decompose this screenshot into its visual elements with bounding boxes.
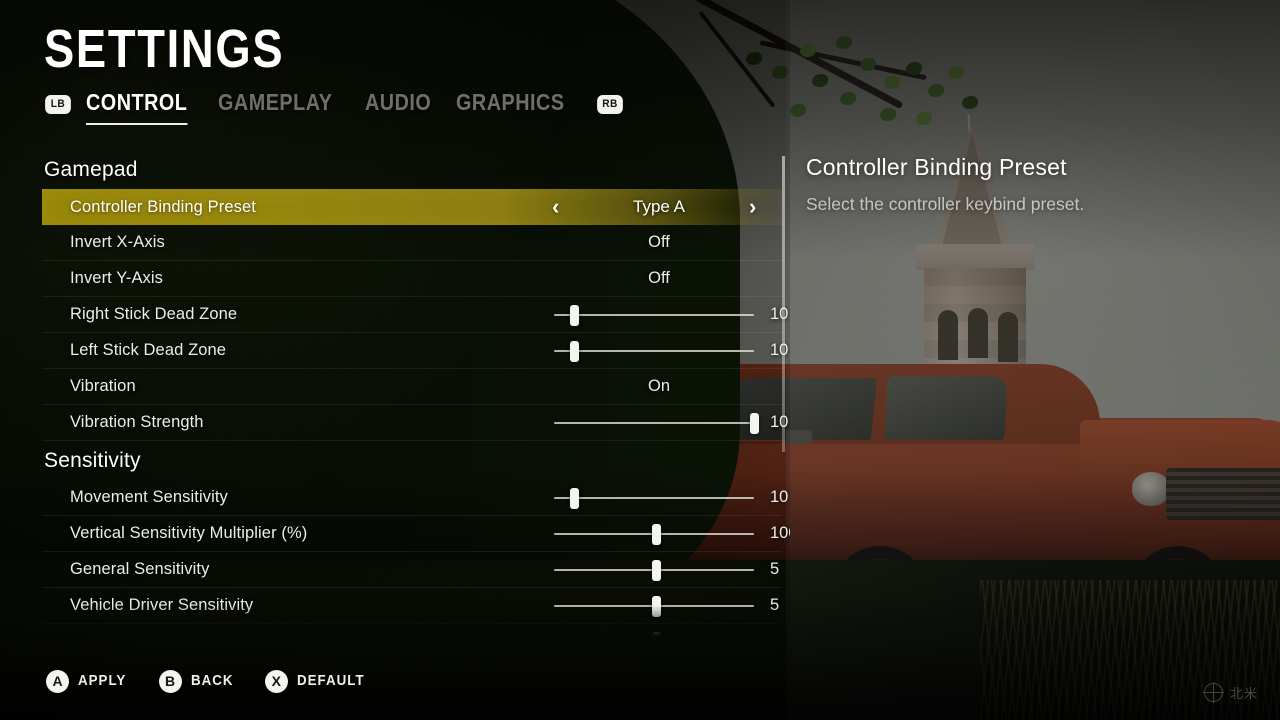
settings-list[interactable]: Gamepad Controller Binding Preset ‹ › Type A…	[0, 150, 790, 636]
setting-label: Vibration	[70, 377, 136, 395]
slider-handle[interactable]	[652, 559, 661, 581]
slider-handle[interactable]	[652, 595, 661, 617]
action-bar: A APPLY B BACK X DEFAULT	[46, 668, 370, 694]
setting-slider[interactable]	[554, 297, 754, 333]
setting-row[interactable]: Invert Y-Axis Off	[42, 261, 782, 297]
slider-value: 10	[770, 341, 789, 359]
setting-slider[interactable]	[554, 516, 754, 552]
setting-slider[interactable]	[554, 405, 759, 441]
setting-label: Movement Sensitivity	[70, 488, 228, 506]
tab-gameplay[interactable]: GAMEPLAY	[218, 89, 332, 119]
slider-handle[interactable]	[652, 631, 661, 636]
button-x-icon: X	[264, 669, 288, 693]
action-back-label: BACK	[190, 673, 234, 689]
setting-row[interactable]: Left Stick Dead Zone 10	[42, 333, 788, 369]
setting-row[interactable]: General Sensitivity 5	[42, 552, 782, 588]
button-b-icon: B	[158, 669, 182, 693]
tab-control[interactable]: CONTROL	[86, 89, 188, 125]
setting-row[interactable]: Controller Binding Preset ‹ › Type A	[42, 189, 782, 225]
setting-row[interactable]: Invert X-Axis Off	[42, 225, 782, 261]
tab-audio[interactable]: AUDIO	[365, 89, 431, 119]
setting-row[interactable]: Vertical Sensitivity Multiplier (%) 100	[42, 516, 790, 552]
slider-value: 5	[770, 560, 780, 578]
button-a-icon: A	[46, 669, 69, 693]
setting-value: On	[647, 377, 670, 395]
tab-graphics[interactable]: GRAPHICS	[456, 89, 565, 119]
setting-slider[interactable]	[554, 624, 754, 636]
setting-slider[interactable]	[554, 333, 754, 369]
slider-handle[interactable]	[652, 523, 661, 545]
setting-label: Vibration Strength	[70, 413, 204, 431]
settings-group-title: Sensitivity	[44, 449, 141, 472]
action-apply[interactable]: A APPLY	[46, 669, 131, 693]
setting-slider[interactable]	[554, 552, 754, 588]
setting-label: Right Stick Dead Zone	[70, 305, 238, 323]
setting-label: Vertical Sensitivity Multiplier (%)	[70, 524, 308, 542]
setting-label: Invert X-Axis	[70, 233, 165, 251]
setting-label: General Sensitivity	[70, 560, 210, 578]
slider-handle[interactable]	[570, 304, 579, 326]
setting-value: Off	[648, 269, 670, 287]
tab-bar: LB CONTROL GAMEPLAY AUDIO GRAPHICS RB	[44, 88, 624, 125]
setting-slider[interactable]	[554, 480, 754, 516]
slider-handle[interactable]	[750, 412, 759, 434]
slider-value: 10	[770, 488, 789, 506]
slider-value: 5	[770, 596, 780, 614]
slider-track	[554, 421, 754, 424]
slider-track	[554, 496, 754, 499]
slider-track	[554, 349, 754, 352]
action-default-label: DEFAULT	[296, 673, 365, 689]
settings-screen: SETTINGS LB CONTROL GAMEPLAY AUDIO GRAPH…	[0, 0, 1280, 720]
setting-label: Left Stick Dead Zone	[70, 341, 227, 359]
slider-value: 10	[770, 305, 789, 323]
setting-row[interactable]: Vehicle Gunner Sensitivity 5	[42, 624, 782, 636]
settings-group-title: Gamepad	[44, 158, 138, 181]
left-bumper-badge[interactable]: LB	[45, 94, 71, 114]
slider-handle[interactable]	[570, 487, 579, 509]
info-panel-description: Select the controller keybind preset.	[806, 194, 1085, 214]
setting-row[interactable]: Movement Sensitivity 10	[42, 480, 788, 516]
action-apply-label: APPLY	[78, 673, 127, 689]
slider-value: 100	[770, 524, 790, 542]
setting-label: Invert Y-Axis	[70, 269, 164, 287]
region-label: 北米	[1229, 686, 1258, 701]
slider-track	[554, 313, 754, 316]
setting-row[interactable]: Vehicle Driver Sensitivity 5	[42, 588, 782, 624]
globe-icon	[1203, 682, 1224, 703]
region-watermark: 北米	[1203, 682, 1258, 703]
slider-value: 5	[770, 632, 779, 636]
setting-label: Vehicle Gunner Sensitivity	[70, 632, 264, 636]
action-back[interactable]: B BACK	[158, 669, 237, 693]
panel-divider	[782, 156, 785, 452]
slider-value: 10	[770, 413, 789, 431]
page-title: SETTINGS	[44, 19, 285, 79]
setting-row[interactable]: Vibration On	[42, 369, 782, 405]
setting-label: Vehicle Driver Sensitivity	[70, 596, 254, 614]
setting-row[interactable]: Right Stick Dead Zone 10	[42, 297, 788, 333]
setting-row[interactable]: Vibration Strength 10	[42, 405, 788, 441]
setting-slider[interactable]	[554, 588, 754, 624]
info-panel-title: Controller Binding Preset	[806, 154, 1067, 180]
action-default[interactable]: X DEFAULT	[264, 669, 370, 693]
slider-handle[interactable]	[570, 340, 579, 362]
setting-value: Type A	[633, 197, 685, 216]
setting-label: Controller Binding Preset	[70, 197, 256, 216]
right-bumper-badge[interactable]: RB	[597, 94, 624, 114]
setting-value: Off	[648, 233, 670, 251]
